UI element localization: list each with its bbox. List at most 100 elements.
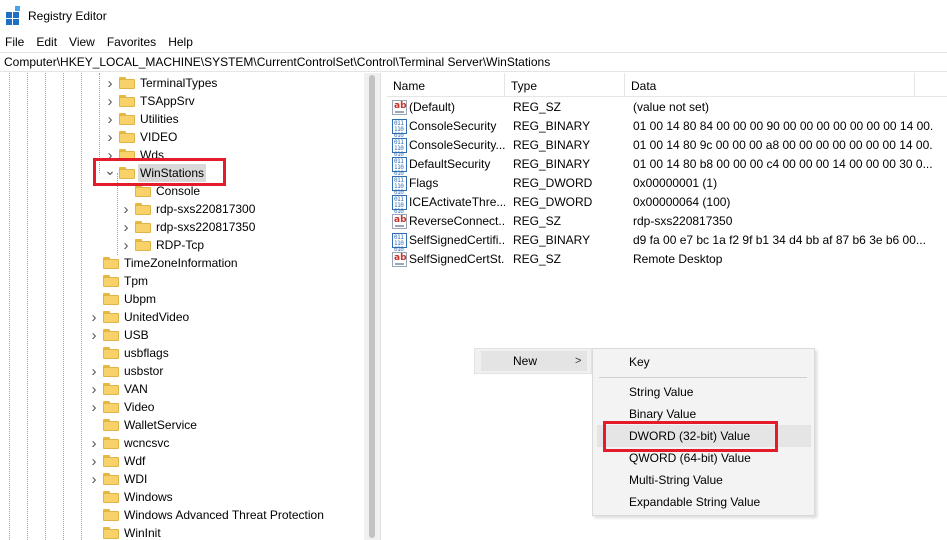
context-menu-new[interactable]: New xyxy=(513,353,537,369)
value-row[interactable]: 011 110 010 SelfSignedCertifi... REG_BINARY d… xyxy=(387,231,947,253)
folder-icon xyxy=(135,203,151,215)
chevron-right-icon[interactable]: › xyxy=(88,308,100,326)
tree-item-tpm[interactable]: Tpm xyxy=(88,272,150,290)
submenu-key[interactable]: Key xyxy=(597,351,811,373)
tree-item-usbflags[interactable]: usbflags xyxy=(88,344,171,362)
submenu-string-value[interactable]: String Value xyxy=(597,381,811,403)
tree-item-rdp-tcp[interactable]: › RDP-Tcp xyxy=(120,236,206,254)
menu-view[interactable]: View xyxy=(63,32,101,52)
folder-icon xyxy=(103,347,119,359)
tree-guide-line xyxy=(9,73,10,540)
chevron-right-icon[interactable]: › xyxy=(88,470,100,488)
folder-icon xyxy=(135,239,151,251)
submenu-multi-string-value[interactable]: Multi-String Value xyxy=(597,469,811,491)
value-name: ConsoleSecurity... xyxy=(409,138,505,152)
chevron-right-icon[interactable]: › xyxy=(120,218,132,236)
address-bar[interactable]: Computer\HKEY_LOCAL_MACHINE\SYSTEM\Curre… xyxy=(0,52,947,72)
value-row[interactable]: 011 110 010 Flags REG_DWORD 0x00000001 (1) xyxy=(387,174,947,196)
string-value-icon: ab xyxy=(392,252,407,267)
tree-item-label: Video xyxy=(124,400,155,414)
chevron-right-icon[interactable]: › xyxy=(104,92,116,110)
chevron-right-icon[interactable]: › xyxy=(120,200,132,218)
tree-item-usb[interactable]: › USB xyxy=(88,326,151,344)
chevron-right-icon[interactable]: › xyxy=(88,380,100,398)
menu-bar: File Edit View Favorites Help xyxy=(0,32,947,52)
value-name: ICEActivateThre... xyxy=(409,195,505,209)
folder-icon xyxy=(103,455,119,467)
value-row[interactable]: 011 110 010 ConsoleSecurity REG_BINARY 01 00 … xyxy=(387,117,947,139)
tree-item-label: Tpm xyxy=(124,274,148,288)
chevron-right-icon[interactable]: › xyxy=(104,128,116,146)
chevron-right-icon[interactable]: › xyxy=(88,452,100,470)
pane-splitter[interactable] xyxy=(380,73,386,540)
value-row[interactable]: 011 110 010 DefaultSecurity REG_BINARY 01 00 … xyxy=(387,155,947,177)
menu-help[interactable]: Help xyxy=(162,32,199,52)
tree-item-video[interactable]: › Video xyxy=(88,398,156,416)
tree-item-windows-advanced-threat-protection[interactable]: Windows Advanced Threat Protection xyxy=(88,506,326,524)
tree-item-wcncsvc[interactable]: › wcncsvc xyxy=(88,434,171,452)
folder-icon xyxy=(103,401,119,413)
value-row[interactable]: ab (Default) REG_SZ (value not set) xyxy=(387,98,947,117)
folder-icon xyxy=(103,491,119,503)
folder-icon xyxy=(103,293,119,305)
menu-edit[interactable]: Edit xyxy=(30,32,63,52)
value-type: REG_SZ xyxy=(513,100,562,114)
menu-favorites[interactable]: Favorites xyxy=(101,32,162,52)
value-data: (value not set) xyxy=(633,100,710,114)
chevron-right-icon[interactable]: › xyxy=(104,74,116,92)
tree-item-wdf[interactable]: › Wdf xyxy=(88,452,147,470)
tree-item-utilities[interactable]: › Utilities xyxy=(104,110,181,128)
tree-item-tsappsrv[interactable]: › TSAppSrv xyxy=(104,92,197,110)
value-row[interactable]: ab SelfSignedCertSt... REG_SZ Remote Deskto… xyxy=(387,250,947,269)
tree-item-label: WalletService xyxy=(124,418,197,432)
submenu-expandable-string-value[interactable]: Expandable String Value xyxy=(597,491,811,513)
tree-item-van[interactable]: › VAN xyxy=(88,380,150,398)
registry-editor-icon xyxy=(6,6,22,25)
tree-item-wininit[interactable]: WinInit xyxy=(88,524,163,540)
chevron-right-icon[interactable]: › xyxy=(88,362,100,380)
tree-item-unitedvideo[interactable]: › UnitedVideo xyxy=(88,308,191,326)
value-row[interactable]: 011 110 010 ICEActivateThre... REG_DWORD 0x00… xyxy=(387,193,947,215)
column-header-data[interactable]: Data xyxy=(625,73,915,97)
tree-item-windows[interactable]: Windows xyxy=(88,488,175,506)
chevron-right-icon[interactable]: › xyxy=(120,236,132,254)
tree-item-terminaltypes[interactable]: › TerminalTypes xyxy=(104,74,219,92)
tree-scrollbar-thumb[interactable] xyxy=(369,75,375,538)
menu-file[interactable]: File xyxy=(0,32,30,52)
value-row[interactable]: ab ReverseConnect... REG_SZ rdp-sxs22081735… xyxy=(387,212,947,231)
chevron-right-icon[interactable]: › xyxy=(88,434,100,452)
tree-item-walletservice[interactable]: WalletService xyxy=(88,416,199,434)
chevron-right-icon[interactable]: › xyxy=(104,110,116,128)
tree-scrollbar[interactable] xyxy=(364,73,380,540)
value-data: 0x00000064 (100) xyxy=(633,195,731,209)
tree-guide-line xyxy=(63,73,64,540)
tree-item-ubpm[interactable]: Ubpm xyxy=(88,290,158,308)
tree-item-usbstor[interactable]: › usbstor xyxy=(88,362,165,380)
string-value-icon: ab xyxy=(392,214,407,229)
binary-value-icon: 011 110 010 xyxy=(392,138,407,158)
tree-item-label: wcncsvc xyxy=(124,436,170,450)
key-tree: › TerminalTypes › TSAppSrv › Utilities › VIDEO ›… xyxy=(0,73,380,540)
value-type: REG_DWORD xyxy=(513,195,593,209)
tree-item-label: usbstor xyxy=(124,364,164,378)
tree-item-rdp-sxs220817300[interactable]: › rdp-sxs220817300 xyxy=(120,200,257,218)
column-header-name[interactable]: Name xyxy=(387,73,505,97)
column-header-type[interactable]: Type xyxy=(505,73,625,97)
value-type: REG_BINARY xyxy=(513,233,591,247)
tree-item-rdp-sxs220817350[interactable]: › rdp-sxs220817350 xyxy=(120,218,257,236)
tree-item-label: UnitedVideo xyxy=(124,310,190,324)
value-name: Flags xyxy=(409,176,439,190)
folder-icon xyxy=(135,221,151,233)
chevron-right-icon[interactable]: › xyxy=(88,326,100,344)
folder-icon xyxy=(103,275,119,287)
tree-item-timezoneinformation[interactable]: TimeZoneInformation xyxy=(88,254,240,272)
value-row[interactable]: 011 110 010 ConsoleSecurity... REG_BINARY 01 … xyxy=(387,136,947,158)
tree-item-wdi[interactable]: › WDI xyxy=(88,470,149,488)
folder-icon xyxy=(103,311,119,323)
tree-item-video[interactable]: › VIDEO xyxy=(104,128,179,146)
chevron-right-icon[interactable]: › xyxy=(88,398,100,416)
